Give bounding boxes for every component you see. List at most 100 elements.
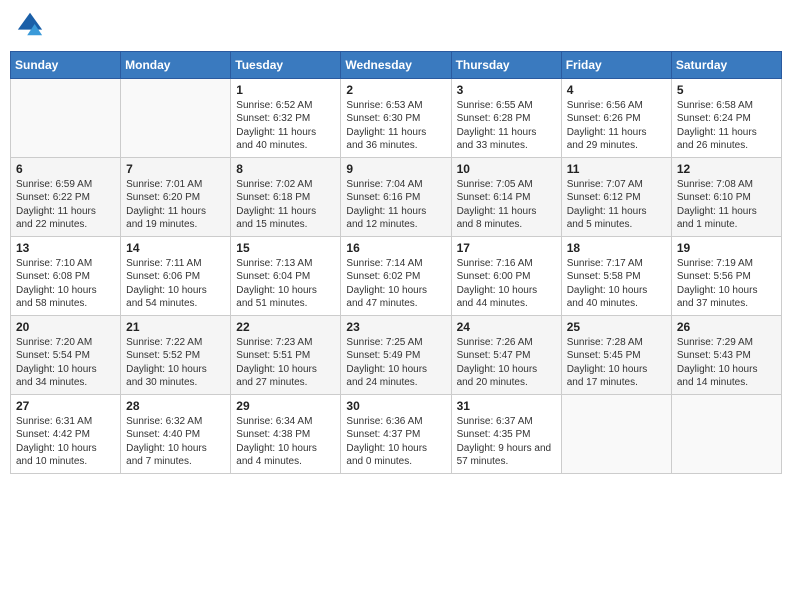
day-info: Sunrise: 6:53 AM Sunset: 6:30 PM Dayligh… [346,99,445,153]
calendar-cell: 3 Sunrise: 6:55 AM Sunset: 6:28 PM Daylig… [451,78,561,157]
day-info: Sunrise: 6:56 AM Sunset: 6:26 PM Dayligh… [567,99,666,153]
calendar-header-wednesday: Wednesday [341,51,451,78]
day-info: Sunrise: 7:17 AM Sunset: 5:58 PM Dayligh… [567,257,666,311]
calendar-cell: 8 Sunrise: 7:02 AM Sunset: 6:18 PM Daylig… [231,157,341,236]
day-info: Sunrise: 7:23 AM Sunset: 5:51 PM Dayligh… [236,336,335,390]
day-info: Sunrise: 6:58 AM Sunset: 6:24 PM Dayligh… [677,99,776,153]
day-info: Sunrise: 7:01 AM Sunset: 6:20 PM Dayligh… [126,178,225,232]
calendar-cell: 21 Sunrise: 7:22 AM Sunset: 5:52 PM Dayli… [121,315,231,394]
calendar-cell: 7 Sunrise: 7:01 AM Sunset: 6:20 PM Daylig… [121,157,231,236]
calendar-cell: 11Sunrise: 7:07 AM Sunset: 6:12 PM Dayli… [561,157,671,236]
day-number: 27 [16,399,115,413]
day-info: Sunrise: 6:55 AM Sunset: 6:28 PM Dayligh… [457,99,556,153]
calendar-header-row: SundayMondayTuesdayWednesdayThursdayFrid… [11,51,782,78]
calendar-cell: 19 Sunrise: 7:19 AM Sunset: 5:56 PM Dayli… [671,236,781,315]
day-info: Sunrise: 6:34 AM Sunset: 4:38 PM Dayligh… [236,415,335,469]
logo-icon [16,10,44,38]
calendar-week-4: 20 Sunrise: 7:20 AM Sunset: 5:54 PM Dayli… [11,315,782,394]
day-number: 25 [567,320,666,334]
calendar-header-saturday: Saturday [671,51,781,78]
calendar-header-monday: Monday [121,51,231,78]
day-number: 30 [346,399,445,413]
day-info: Sunrise: 6:36 AM Sunset: 4:37 PM Dayligh… [346,415,445,469]
day-info: Sunrise: 7:22 AM Sunset: 5:52 PM Dayligh… [126,336,225,390]
day-info: Sunrise: 7:19 AM Sunset: 5:56 PM Dayligh… [677,257,776,311]
day-info: Sunrise: 7:26 AM Sunset: 5:47 PM Dayligh… [457,336,556,390]
calendar-cell: 13Sunrise: 7:10 AM Sunset: 6:08 PM Dayli… [11,236,121,315]
day-info: Sunrise: 7:28 AM Sunset: 5:45 PM Dayligh… [567,336,666,390]
day-number: 19 [677,241,776,255]
calendar-header-thursday: Thursday [451,51,561,78]
day-number: 4 [567,83,666,97]
day-info: Sunrise: 7:05 AM Sunset: 6:14 PM Dayligh… [457,178,556,232]
calendar-cell: 9 Sunrise: 7:04 AM Sunset: 6:16 PM Daylig… [341,157,451,236]
calendar-cell [121,78,231,157]
day-info: Sunrise: 7:16 AM Sunset: 6:00 PM Dayligh… [457,257,556,311]
calendar-cell: 12 Sunrise: 7:08 AM Sunset: 6:10 PM Dayli… [671,157,781,236]
calendar-header-friday: Friday [561,51,671,78]
logo [14,10,44,43]
day-info: Sunrise: 6:52 AM Sunset: 6:32 PM Dayligh… [236,99,335,153]
day-number: 17 [457,241,556,255]
day-number: 5 [677,83,776,97]
calendar-cell: 14Sunrise: 7:11 AM Sunset: 6:06 PM Dayli… [121,236,231,315]
day-number: 6 [16,162,115,176]
day-number: 31 [457,399,556,413]
day-info: Sunrise: 7:13 AM Sunset: 6:04 PM Dayligh… [236,257,335,311]
calendar-table: SundayMondayTuesdayWednesdayThursdayFrid… [10,51,782,474]
calendar-cell: 31 Sunrise: 6:37 AM Sunset: 4:35 PM Dayli… [451,394,561,473]
calendar-cell: 20 Sunrise: 7:20 AM Sunset: 5:54 PM Dayli… [11,315,121,394]
day-number: 14 [126,241,225,255]
day-number: 9 [346,162,445,176]
calendar-week-1: 1 Sunrise: 6:52 AM Sunset: 6:32 PM Daylig… [11,78,782,157]
calendar-cell: 26Sunrise: 7:29 AM Sunset: 5:43 PM Dayli… [671,315,781,394]
day-number: 23 [346,320,445,334]
day-number: 20 [16,320,115,334]
day-number: 2 [346,83,445,97]
day-number: 24 [457,320,556,334]
calendar-cell: 18 Sunrise: 7:17 AM Sunset: 5:58 PM Dayli… [561,236,671,315]
day-number: 26 [677,320,776,334]
day-number: 3 [457,83,556,97]
day-info: Sunrise: 7:08 AM Sunset: 6:10 PM Dayligh… [677,178,776,232]
day-number: 28 [126,399,225,413]
day-info: Sunrise: 6:59 AM Sunset: 6:22 PM Dayligh… [16,178,115,232]
calendar-cell: 23 Sunrise: 7:25 AM Sunset: 5:49 PM Dayli… [341,315,451,394]
calendar-cell: 2 Sunrise: 6:53 AM Sunset: 6:30 PM Daylig… [341,78,451,157]
calendar-cell: 24 Sunrise: 7:26 AM Sunset: 5:47 PM Dayli… [451,315,561,394]
day-number: 8 [236,162,335,176]
calendar-cell: 29 Sunrise: 6:34 AM Sunset: 4:38 PM Dayli… [231,394,341,473]
calendar-cell [561,394,671,473]
calendar-cell: 5 Sunrise: 6:58 AM Sunset: 6:24 PM Daylig… [671,78,781,157]
calendar-cell: 27Sunrise: 6:31 AM Sunset: 4:42 PM Dayli… [11,394,121,473]
day-number: 13 [16,241,115,255]
calendar-header-sunday: Sunday [11,51,121,78]
calendar-cell [671,394,781,473]
day-number: 10 [457,162,556,176]
calendar-cell: 10 Sunrise: 7:05 AM Sunset: 6:14 PM Dayli… [451,157,561,236]
calendar-week-5: 27Sunrise: 6:31 AM Sunset: 4:42 PM Dayli… [11,394,782,473]
day-number: 1 [236,83,335,97]
day-number: 21 [126,320,225,334]
calendar-cell: 16 Sunrise: 7:14 AM Sunset: 6:02 PM Dayli… [341,236,451,315]
day-number: 12 [677,162,776,176]
day-info: Sunrise: 7:14 AM Sunset: 6:02 PM Dayligh… [346,257,445,311]
day-number: 7 [126,162,225,176]
day-info: Sunrise: 7:02 AM Sunset: 6:18 PM Dayligh… [236,178,335,232]
day-info: Sunrise: 7:04 AM Sunset: 6:16 PM Dayligh… [346,178,445,232]
day-info: Sunrise: 6:37 AM Sunset: 4:35 PM Dayligh… [457,415,556,469]
calendar-week-2: 6 Sunrise: 6:59 AM Sunset: 6:22 PM Daylig… [11,157,782,236]
day-info: Sunrise: 7:25 AM Sunset: 5:49 PM Dayligh… [346,336,445,390]
day-number: 16 [346,241,445,255]
day-number: 15 [236,241,335,255]
calendar-body: 1 Sunrise: 6:52 AM Sunset: 6:32 PM Daylig… [11,78,782,473]
day-number: 18 [567,241,666,255]
calendar-cell: 1 Sunrise: 6:52 AM Sunset: 6:32 PM Daylig… [231,78,341,157]
day-info: Sunrise: 7:20 AM Sunset: 5:54 PM Dayligh… [16,336,115,390]
calendar-cell: 17 Sunrise: 7:16 AM Sunset: 6:00 PM Dayli… [451,236,561,315]
calendar-cell: 25 Sunrise: 7:28 AM Sunset: 5:45 PM Dayli… [561,315,671,394]
page-header [10,10,782,43]
day-number: 29 [236,399,335,413]
calendar-cell: 4 Sunrise: 6:56 AM Sunset: 6:26 PM Daylig… [561,78,671,157]
day-info: Sunrise: 6:32 AM Sunset: 4:40 PM Dayligh… [126,415,225,469]
